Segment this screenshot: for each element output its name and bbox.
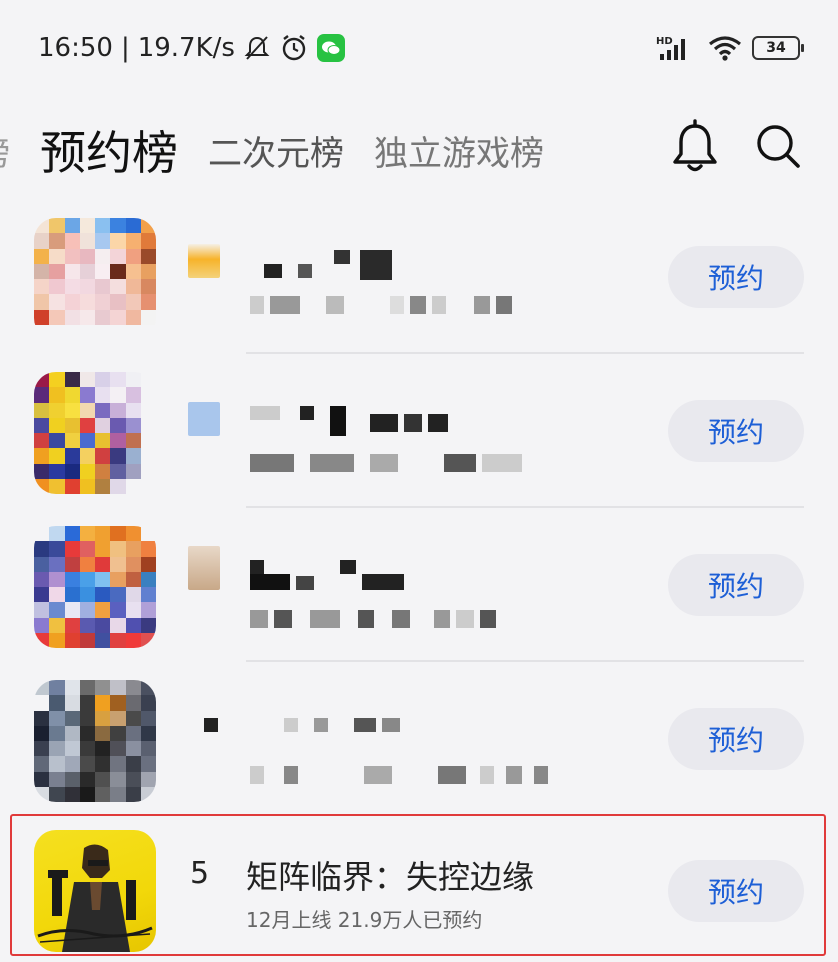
game-subtitle — [250, 454, 522, 472]
wifi-icon — [708, 33, 742, 63]
status-left: 16:50 | 19.7K/s — [38, 33, 345, 63]
list-item[interactable]: 预约 — [0, 200, 838, 354]
mute-bell-icon — [243, 33, 271, 63]
rank-number — [188, 402, 220, 436]
tab-fade-mask — [580, 110, 640, 190]
status-right: HD 34 — [656, 33, 804, 63]
game-subtitle — [250, 610, 496, 628]
reserve-button[interactable]: 预约 — [668, 860, 804, 922]
game-subtitle — [250, 296, 512, 314]
rank-number — [188, 546, 220, 590]
tab-bar: 榜 预约榜 二次元榜 独立游戏榜 — [0, 110, 838, 190]
rank-number: 5 — [190, 856, 210, 891]
reserve-button[interactable]: 预约 — [668, 400, 804, 462]
game-title — [204, 714, 400, 732]
alarm-icon — [279, 33, 309, 63]
tab-reservation-rank[interactable]: 预约榜 — [40, 117, 178, 183]
tab-indie-rank[interactable]: 独立游戏榜 — [374, 126, 544, 175]
tab-scroll-area: 榜 预约榜 二次元榜 独立游戏榜 — [0, 110, 640, 190]
game-app-icon[interactable] — [34, 526, 156, 648]
game-app-icon[interactable] — [34, 372, 156, 494]
tabs: 榜 预约榜 二次元榜 独立游戏榜 — [0, 110, 544, 190]
battery-level: 34 — [766, 40, 786, 56]
game-title: 矩阵临界：失控边缘 — [246, 858, 535, 896]
game-app-icon[interactable] — [34, 218, 156, 340]
network-speed: 19.7K/s — [137, 33, 235, 63]
svg-text:HD: HD — [656, 36, 673, 47]
reserve-button[interactable]: 预约 — [668, 708, 804, 770]
game-app-icon[interactable] — [34, 680, 156, 802]
rank-number — [188, 244, 220, 278]
notification-bell-icon[interactable] — [668, 118, 722, 178]
game-title — [250, 250, 392, 280]
clock: 16:50 — [38, 33, 113, 63]
status-separator: | — [120, 33, 130, 63]
game-subtitle — [250, 766, 548, 784]
list-item[interactable]: 预约 — [0, 354, 838, 508]
battery-indicator: 34 — [752, 36, 804, 60]
game-app-icon[interactable] — [34, 830, 156, 952]
status-bar: 16:50 | 19.7K/s HD 34 — [0, 0, 838, 96]
game-title — [250, 560, 404, 590]
game-subtitle: 12月上线 21.9万人已预约 — [246, 908, 483, 932]
list-item[interactable]: 预约 — [0, 508, 838, 662]
tab-previous[interactable]: 榜 — [0, 126, 10, 175]
game-title — [250, 402, 448, 436]
wechat-icon — [316, 34, 345, 62]
list-item[interactable]: 预约 — [0, 662, 838, 816]
reserve-button[interactable]: 预约 — [668, 246, 804, 308]
search-icon[interactable] — [752, 120, 806, 174]
tab-anime-rank[interactable]: 二次元榜 — [208, 126, 344, 175]
reserve-button[interactable]: 预约 — [668, 554, 804, 616]
hd-signal-icon: HD — [656, 33, 698, 63]
